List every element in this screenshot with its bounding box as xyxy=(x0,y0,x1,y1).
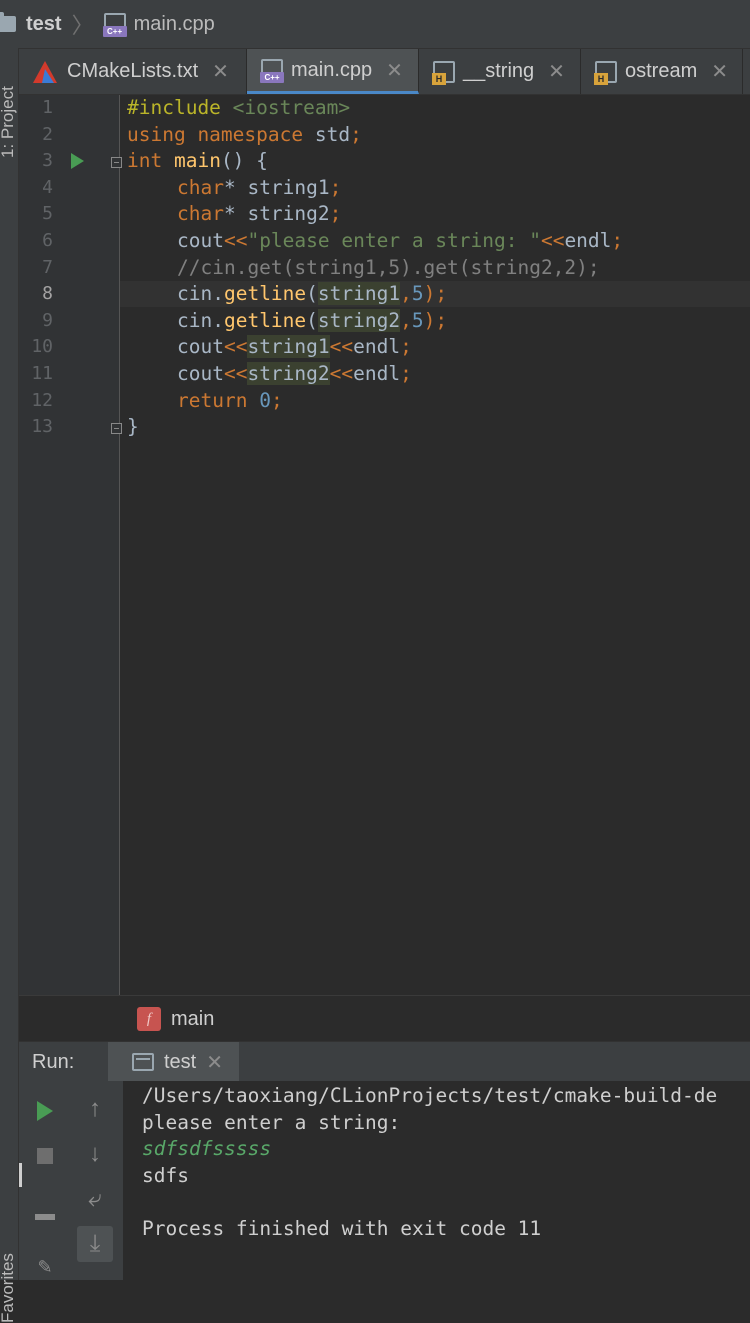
close-icon[interactable]: ✕ xyxy=(386,58,403,83)
wrap-icon: ⤶ xyxy=(88,1185,102,1212)
layout-button[interactable]: ▬ xyxy=(27,1196,63,1232)
tab-string[interactable]: H __string ✕ xyxy=(419,49,581,94)
line-number: 6 xyxy=(42,230,53,251)
favorites-tool-button[interactable]: Favorites xyxy=(0,1253,18,1323)
left-tool-strip: 1: Project Favorites xyxy=(0,48,19,1323)
line-number: 5 xyxy=(42,203,53,225)
fold-icon[interactable] xyxy=(111,423,122,434)
project-tool-button[interactable]: 1: Project xyxy=(0,86,18,158)
code-line: cout<<string1<<endl; xyxy=(177,335,412,359)
console-input-line: sdfsdfsssss xyxy=(142,1137,272,1161)
console-line: please enter a string: xyxy=(142,1110,401,1134)
line-number: 1 xyxy=(42,97,53,118)
code-line: cout<<string2<<endl; xyxy=(177,362,412,385)
run-gutter-icon[interactable] xyxy=(71,153,84,169)
code-line: using namespace std; xyxy=(127,122,362,146)
close-icon[interactable]: ✕ xyxy=(206,1050,223,1075)
line-number: 3 xyxy=(42,150,53,172)
line-number: 8 xyxy=(42,283,53,305)
code-line: cout<<"please enter a string: "<<endl; xyxy=(177,229,624,252)
stop-icon xyxy=(37,1148,53,1164)
cpp-file-icon: C++ xyxy=(102,13,127,37)
line-number: 11 xyxy=(31,363,53,384)
tab-ostream[interactable]: H ostream ✕ xyxy=(581,49,743,94)
line-number: 4 xyxy=(42,176,53,198)
cpp-file-icon: C++ xyxy=(260,59,284,83)
line-number: 13 xyxy=(31,416,53,438)
navigation-bar: test 〉 C++ main.cpp xyxy=(0,0,750,49)
line-number: 10 xyxy=(31,336,53,358)
tab-cmakelists[interactable]: CMakeLists.txt ✕ xyxy=(19,49,247,94)
code-line: return 0; xyxy=(177,388,283,412)
text-caret xyxy=(19,1163,22,1187)
folder-icon xyxy=(0,12,16,32)
editor-gutter: 1 2 3 4 5 6 7 8 9 10 11 12 13 xyxy=(19,95,122,995)
code-line: cin.getline(string1,5); xyxy=(177,282,448,306)
line-number: 7 xyxy=(42,256,53,278)
run-panel-header: Run: test ✕ xyxy=(19,1041,750,1082)
header-file-icon: H xyxy=(594,60,617,85)
code-line: int main() { xyxy=(127,149,268,173)
structure-breadcrumb: f main xyxy=(19,995,750,1042)
close-icon[interactable]: ✕ xyxy=(711,59,728,84)
console-icon xyxy=(132,1053,154,1071)
run-panel-label: Run: xyxy=(32,1050,75,1073)
close-icon[interactable]: ✕ xyxy=(212,59,229,84)
fold-icon[interactable] xyxy=(111,157,122,168)
code-line: //cin.get(string1,5).get(string2,2); xyxy=(177,255,600,279)
scroll-to-end-button[interactable]: ⤓ xyxy=(77,1226,113,1262)
scroll-up-button[interactable]: ↑ xyxy=(77,1091,113,1127)
tab-main-cpp[interactable]: C++ main.cpp ✕ xyxy=(247,49,419,94)
play-icon xyxy=(37,1101,53,1121)
run-toolbar: ↑ ↓ ⤶ ▬ ⤓ ✎ xyxy=(19,1081,123,1280)
header-file-icon: H xyxy=(432,60,455,85)
console-output[interactable]: /Users/taoxiang/CLionProjects/test/cmake… xyxy=(123,1081,750,1280)
console-line: Process finished with exit code 11 xyxy=(142,1217,542,1240)
cmake-icon xyxy=(33,60,57,83)
chevron-right-icon: 〉 xyxy=(71,13,94,38)
line-number: 12 xyxy=(31,389,53,411)
layout-icon: ▬ xyxy=(35,1202,55,1225)
code-line: char* string1; xyxy=(177,175,342,199)
code-text[interactable]: #include <iostream> using namespace std;… xyxy=(127,95,750,440)
arrow-down-icon: ↓ xyxy=(89,1140,101,1167)
line-number: 2 xyxy=(42,123,53,145)
close-icon[interactable]: ✕ xyxy=(548,59,565,84)
arrow-up-icon: ↑ xyxy=(89,1095,101,1122)
pin-icon: ✎ xyxy=(37,1256,53,1277)
breadcrumb-file[interactable]: main.cpp xyxy=(134,13,215,36)
function-icon: f xyxy=(137,1007,161,1031)
line-number: 9 xyxy=(42,309,53,331)
rerun-button[interactable] xyxy=(27,1093,63,1129)
scroll-to-end-icon: ⤓ xyxy=(89,1230,101,1257)
code-line: #include <iostream> xyxy=(127,96,351,119)
soft-wrap-button[interactable]: ⤶ xyxy=(77,1181,113,1217)
console-line: sdfs xyxy=(142,1163,189,1187)
stop-button[interactable] xyxy=(27,1138,63,1174)
code-editor[interactable]: 1 2 3 4 5 6 7 8 9 10 11 12 13 #include <… xyxy=(19,95,750,995)
code-line: cin.getline(string2,5); xyxy=(177,308,448,332)
console-line: /Users/taoxiang/CLionProjects/test/cmake… xyxy=(142,1084,718,1107)
scroll-down-button[interactable]: ↓ xyxy=(77,1136,113,1172)
structure-item-main[interactable]: main xyxy=(171,1008,214,1031)
run-tab-test[interactable]: test ✕ xyxy=(108,1042,240,1082)
code-line: char* string2; xyxy=(177,202,342,226)
breadcrumb-project[interactable]: test xyxy=(26,13,62,36)
editor-tabs: CMakeLists.txt ✕ C++ main.cpp ✕ H __stri… xyxy=(19,49,750,95)
code-line: } xyxy=(127,415,139,439)
